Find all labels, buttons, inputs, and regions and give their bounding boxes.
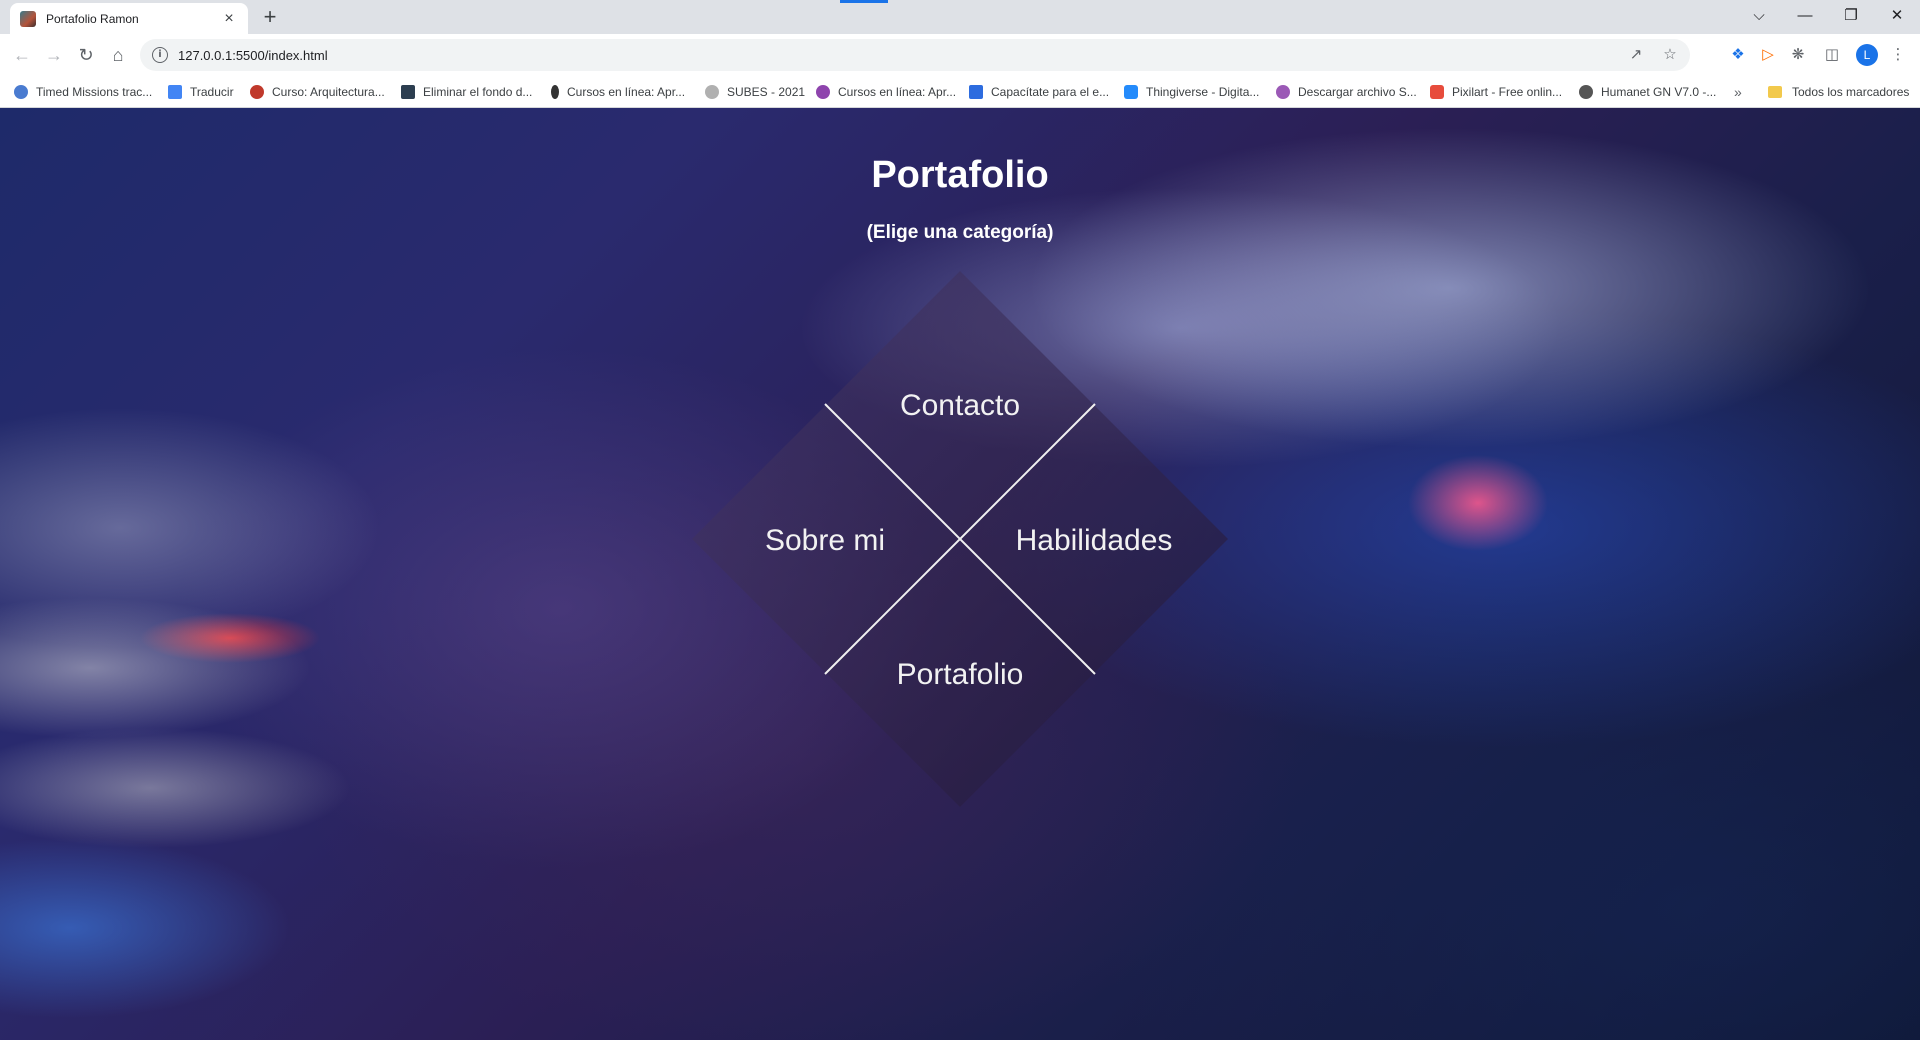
reload-icon[interactable]: ↻ [72,41,100,69]
bookmark-label: Timed Missions trac... [36,85,153,99]
bookmark-label: Pixilart - Free onlin... [1452,85,1563,99]
bookmark-item[interactable]: Eliminar el fondo d... [401,76,532,108]
category-habilidades[interactable]: Habilidades [1016,524,1173,558]
star-icon[interactable]: ☆ [1658,43,1682,67]
category-diamond: Contacto Sobre mi Habilidades Portafolio [692,271,1228,807]
extension-play-icon[interactable]: ▷ [1756,43,1780,67]
info-icon[interactable]: i [152,47,168,63]
bookmark-label: Cursos en línea: Apr... [838,85,957,99]
minimize-button[interactable]: — [1782,2,1828,30]
bookmark-item[interactable]: Descargar archivo S... [1276,76,1417,108]
extension-google-icon[interactable]: ❖ [1726,43,1750,67]
bookmark-label: Thingiverse - Digita... [1146,85,1260,99]
close-window-button[interactable]: ✕ [1874,2,1920,30]
bookmark-item[interactable]: Humanet GN V7.0 -... [1579,76,1716,108]
bookmark-item[interactable]: Timed Missions trac... [14,76,152,108]
bookmarks-overflow-icon[interactable]: » [1734,76,1742,108]
tab-bar: Portafolio Ramon × + ⌵ — ❐ ✕ [0,0,1920,34]
bookmark-favicon-icon [14,85,28,99]
bookmark-favicon-icon [705,85,719,99]
bookmark-favicon-icon [250,85,264,99]
bookmark-item[interactable]: SUBES - 2021 [705,76,805,108]
close-tab-icon[interactable]: × [220,10,238,28]
category-contacto[interactable]: Contacto [900,389,1020,423]
back-icon[interactable]: ← [8,41,36,69]
tab-accent [840,0,888,3]
all-bookmarks-label: Todos los marcadores [1792,85,1910,99]
address-bar[interactable]: i 127.0.0.1:5500/index.html ↗ ☆ [140,39,1690,71]
menu-icon[interactable]: ⋮ [1886,43,1910,67]
bookmark-item[interactable]: Cursos en línea: Apr... [551,76,685,108]
page-viewport: Portafolio (Elige una categoría) Contact… [0,108,1920,1040]
bookmark-favicon-icon [1276,85,1290,99]
bookmark-label: Descargar archivo S... [1298,85,1417,99]
bookmark-label: Humanet GN V7.0 -... [1601,85,1717,99]
tab-list-icon[interactable]: ⌵ [1736,2,1782,30]
tab-favicon-icon [20,10,36,27]
bookmark-label: Eliminar el fondo d... [423,85,533,99]
bookmark-label: SUBES - 2021 [727,85,806,99]
bookmarks-bar: Timed Missions trac... Traducir Curso: A… [0,76,1920,108]
restore-button[interactable]: ❐ [1828,2,1874,30]
folder-icon [1768,86,1782,98]
bookmark-favicon-icon [1124,85,1138,99]
page-title: Portafolio [871,154,1049,196]
new-tab-button[interactable]: + [256,4,284,32]
bookmark-favicon-icon [1579,85,1593,99]
sidepanel-icon[interactable]: ◫ [1820,43,1844,67]
bookmark-favicon-icon [969,85,983,99]
bookmark-item[interactable]: Capacítate para el e... [969,76,1109,108]
browser-toolbar: ← → ↻ ⌂ i 127.0.0.1:5500/index.html ↗ ☆ … [0,34,1920,76]
url-text[interactable]: 127.0.0.1:5500/index.html [178,48,328,63]
all-bookmarks-folder[interactable]: Todos los marcadores [1768,76,1909,108]
bookmark-favicon-icon [401,85,415,99]
bookmark-label: Curso: Arquitectura... [272,85,385,99]
page-subtitle: (Elige una categoría) [866,222,1054,243]
bookmark-item[interactable]: Thingiverse - Digita... [1124,76,1259,108]
bookmark-favicon-icon [551,85,559,99]
profile-avatar[interactable]: L [1856,44,1878,66]
bookmark-item[interactable]: Pixilart - Free onlin... [1430,76,1562,108]
forward-icon[interactable]: → [40,41,68,69]
bookmark-favicon-icon [168,85,182,99]
bookmark-label: Traducir [190,85,234,99]
tab-portafolio[interactable]: Portafolio Ramon × [10,3,248,34]
extension-icon[interactable]: ❋ [1786,43,1810,67]
bookmark-favicon-icon [1430,85,1444,99]
bookmark-label: Capacítate para el e... [991,85,1110,99]
category-portafolio[interactable]: Portafolio [897,658,1024,692]
bookmark-item[interactable]: Traducir [168,76,234,108]
category-sobre-mi[interactable]: Sobre mi [765,524,885,558]
bookmark-favicon-icon [816,85,830,99]
tab-title: Portafolio Ramon [46,11,139,26]
bookmark-item[interactable]: Cursos en línea: Apr... [816,76,956,108]
bookmark-item[interactable]: Curso: Arquitectura... [250,76,385,108]
home-icon[interactable]: ⌂ [104,41,132,69]
bookmark-label: Cursos en línea: Apr... [567,85,686,99]
share-icon[interactable]: ↗ [1624,43,1648,67]
